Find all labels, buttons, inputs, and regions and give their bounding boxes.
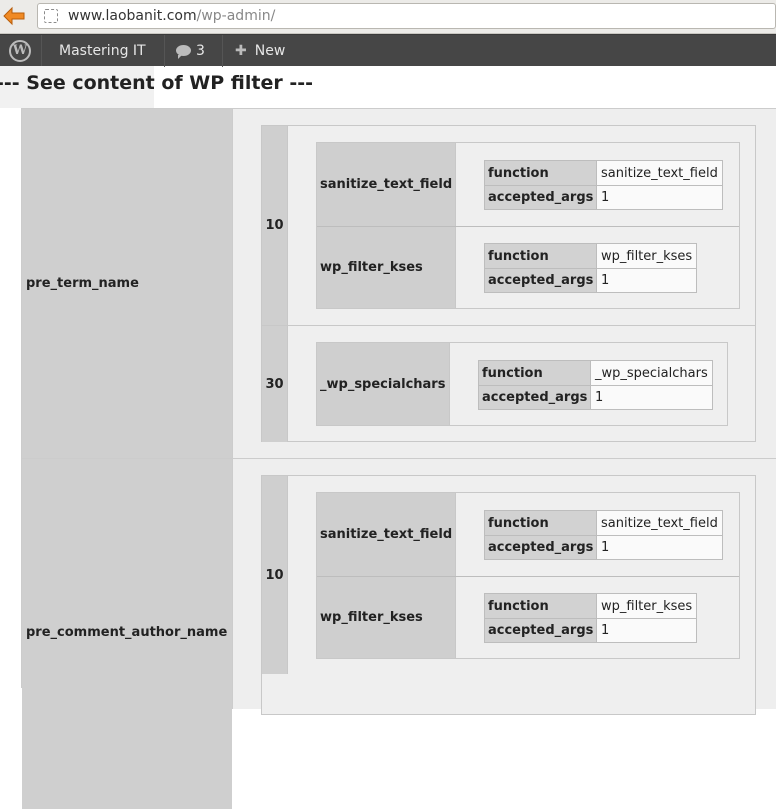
priority-cell: 10 [262, 126, 288, 325]
callback-table: _wp_specialchars function _wp_specialcha… [316, 342, 728, 426]
callback-name-cell: wp_filter_kses [317, 577, 456, 658]
accepted-args-value: 1 [597, 186, 722, 209]
accepted-args-value: 1 [591, 386, 712, 409]
priority-table: 10 sanitize_text_field function sanitize… [261, 125, 756, 442]
priority-number: 30 [265, 376, 284, 392]
callback-details: function wp_filter_kses accepted_args 1 [484, 243, 697, 293]
function-key: function [485, 161, 597, 185]
accepted-args-key: accepted_args [479, 386, 591, 409]
plus-icon: ✚ [235, 43, 247, 59]
comments-count: 3 [196, 43, 205, 59]
hook-name: pre_term_name [26, 276, 139, 291]
function-key: function [485, 244, 597, 268]
callback-details: function sanitize_text_field accepted_ar… [484, 510, 723, 560]
accepted-args-key: accepted_args [485, 269, 597, 292]
callback-name-cell: sanitize_text_field [317, 143, 456, 226]
callback-table: sanitize_text_field function sanitize_te… [316, 492, 740, 659]
hook-name: pre_comment_author_name [26, 625, 228, 640]
hook-name-cell: pre_comment_author_name [22, 459, 232, 809]
callback-name: wp_filter_kses [320, 610, 423, 625]
callback-name: sanitize_text_field [320, 527, 453, 542]
function-value: sanitize_text_field [597, 511, 722, 535]
callback-name-cell: wp_filter_kses [317, 227, 456, 308]
accepted-args-value: 1 [597, 536, 722, 559]
wp-admin-bar: W Mastering IT 3 ✚ New [0, 34, 776, 67]
site-name-menu[interactable]: Mastering IT [59, 35, 146, 67]
priority-table: 10 sanitize_text_field function sanitize… [261, 475, 756, 715]
accepted-args-value: 1 [597, 269, 696, 292]
callback-table: sanitize_text_field function sanitize_te… [316, 142, 740, 309]
filter-table: pre_term_name 10 sanitize_text_field fun… [21, 108, 776, 809]
page-icon [44, 9, 58, 23]
new-label: New [254, 43, 286, 59]
function-value: wp_filter_kses [597, 244, 696, 268]
hook-name-cell: pre_term_name [22, 109, 232, 458]
priority-cell: 30 [262, 326, 288, 442]
priority-cell: 10 [262, 476, 288, 674]
priority-row: 30 _wp_specialchars function _wp_special… [262, 325, 755, 442]
callback-name: wp_filter_kses [320, 260, 423, 275]
wordpress-icon: W [9, 40, 31, 62]
function-value: _wp_specialchars [591, 361, 712, 385]
accepted-args-key: accepted_args [485, 619, 597, 642]
wordpress-logo-menu[interactable]: W [0, 35, 40, 67]
hook-body: 10 sanitize_text_field function sanitize… [232, 109, 776, 458]
callback-details: function wp_filter_kses accepted_args 1 [484, 593, 697, 643]
address-bar[interactable]: www.laobanit.com/wp-admin/ [37, 3, 776, 29]
comments-menu[interactable]: 3 [176, 35, 205, 67]
function-key: function [485, 594, 597, 618]
browser-toolbar: www.laobanit.com/wp-admin/ [0, 0, 776, 34]
accepted-args-key: accepted_args [485, 186, 597, 209]
accepted-args-key: accepted_args [485, 536, 597, 559]
function-value: sanitize_text_field [597, 161, 722, 185]
function-key: function [479, 361, 591, 385]
callback-name-cell: sanitize_text_field [317, 493, 456, 576]
page-title: --- See content of WP filter --- [0, 72, 314, 94]
priority-number: 10 [265, 218, 284, 233]
priority-number: 10 [265, 567, 284, 583]
callback-name: _wp_specialchars [320, 376, 446, 392]
callback-name-cell: _wp_specialchars [317, 343, 450, 425]
callback-details: function _wp_specialchars accepted_args … [478, 360, 713, 410]
url-text: www.laobanit.com/wp-admin/ [68, 8, 276, 24]
function-key: function [485, 511, 597, 535]
callback-details: function sanitize_text_field accepted_ar… [484, 160, 723, 210]
hook-body: 10 sanitize_text_field function sanitize… [232, 459, 776, 715]
accepted-args-value: 1 [597, 619, 696, 642]
function-value: wp_filter_kses [597, 594, 696, 618]
back-arrow-icon[interactable] [2, 4, 26, 28]
new-content-menu[interactable]: ✚ New [235, 35, 285, 67]
comment-bubble-icon [176, 45, 191, 59]
callback-name: sanitize_text_field [320, 177, 453, 192]
